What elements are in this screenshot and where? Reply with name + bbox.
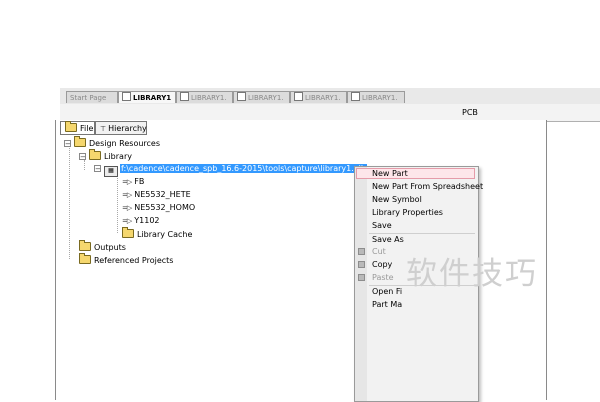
tab-file[interactable]: File <box>60 121 95 135</box>
menu-item-open-file[interactable]: Open Fi <box>372 287 402 297</box>
tree-node-part[interactable]: =▷ NE5532_HOMO <box>122 203 195 213</box>
tab-start-page[interactable]: Start Page <box>66 91 118 103</box>
tree-node-part[interactable]: =▷ FB <box>122 177 144 187</box>
menu-item-new-part-from-spreadsheet[interactable]: New Part From Spreadsheet <box>372 182 483 192</box>
menu-item-copy[interactable]: Copy <box>372 260 392 270</box>
menu-separator <box>369 233 475 234</box>
context-menu-gutter <box>355 167 367 401</box>
tree-node-label: FB <box>134 177 145 186</box>
tree-node-label: NE5532_HOMO <box>134 203 196 212</box>
document-tab-bar: Start Page LIBRARY1 LIBRARY1. LIBRARY1. … <box>60 88 600 105</box>
copy-icon <box>358 261 365 268</box>
collapse-icon[interactable]: − <box>79 153 86 161</box>
tree-guide-line <box>69 146 70 259</box>
tab-hierarchy[interactable]: ⊤ Hierarchy <box>95 121 147 135</box>
library-file-icon: ▦ <box>104 166 118 177</box>
library-tab-icon <box>122 92 131 101</box>
tree-node-label: Library <box>104 152 132 161</box>
library-tab-icon <box>180 92 189 101</box>
watermark-text: 软件技巧 <box>406 256 538 292</box>
tab-label: LIBRARY1 <box>133 94 172 102</box>
tab-library1-5[interactable]: LIBRARY1. <box>347 91 405 103</box>
tree-node-label: NE5532_HETE <box>134 190 191 199</box>
part-icon: =▷ <box>122 217 132 225</box>
folder-icon <box>79 240 91 251</box>
tree-node-library-file[interactable]: − ▦ f:\cadence\cadence_spb_16.6-2015\tools… <box>94 164 367 177</box>
menu-item-save[interactable]: Save <box>372 221 392 231</box>
collapse-icon[interactable]: − <box>94 165 101 173</box>
folder-icon <box>122 227 134 238</box>
tree-node-design-resources[interactable]: − Design Resources <box>64 136 161 149</box>
menu-item-library-properties[interactable]: Library Properties <box>372 208 443 218</box>
tab-file-label: File <box>80 124 94 133</box>
folder-icon <box>74 136 86 147</box>
tab-label: LIBRARY1. <box>191 94 227 102</box>
menu-item-paste: Paste <box>372 273 394 282</box>
tree-node-library-cache[interactable]: Library Cache <box>122 227 193 240</box>
folder-icon <box>89 149 101 160</box>
tree-node-label: Library Cache <box>137 230 193 239</box>
library-tab-icon <box>351 92 360 101</box>
tree-node-label: Referenced Projects <box>94 256 174 265</box>
tab-label: LIBRARY1. <box>305 94 341 102</box>
menu-item-save-as[interactable]: Save As <box>372 235 404 245</box>
cut-icon <box>358 248 365 255</box>
library-tab-icon <box>237 92 246 101</box>
tree-node-label: Design Resources <box>89 139 161 148</box>
tab-label: LIBRARY1. <box>248 94 284 102</box>
tree-node-part[interactable]: =▷ Y1102 <box>122 216 160 226</box>
tree-node-label: Y1102 <box>134 216 160 225</box>
library-path-label: f:\cadence\cadence_spb_16.6-2015\tools\c… <box>120 164 367 173</box>
collapse-icon[interactable]: − <box>64 140 71 148</box>
tab-library1-4[interactable]: LIBRARY1. <box>290 91 347 103</box>
part-icon: =▷ <box>122 178 132 186</box>
paste-icon <box>358 274 365 281</box>
tree-guide-line <box>117 175 118 233</box>
part-icon: =▷ <box>122 204 132 212</box>
menu-item-new-part[interactable]: New Part <box>372 169 408 179</box>
tree-node-part[interactable]: =▷ NE5532_HETE <box>122 190 191 200</box>
tab-hierarchy-label: Hierarchy <box>108 124 147 133</box>
tab-library1-active[interactable]: LIBRARY1 <box>118 91 176 103</box>
tab-label: LIBRARY1. <box>362 94 398 102</box>
folder-icon <box>65 121 77 132</box>
tab-library1-2[interactable]: LIBRARY1. <box>176 91 233 103</box>
tree-node-label: Outputs <box>94 243 126 252</box>
tab-label: Start Page <box>70 94 107 102</box>
tree-node-outputs[interactable]: Outputs <box>79 240 126 253</box>
part-icon: =▷ <box>122 191 132 199</box>
menu-item-new-symbol[interactable]: New Symbol <box>372 195 422 205</box>
library-tab-icon <box>294 92 303 101</box>
menu-item-cut: Cut <box>372 247 386 256</box>
tab-library1-3[interactable]: LIBRARY1. <box>233 91 290 103</box>
tree-node-referenced-projects[interactable]: Referenced Projects <box>79 253 174 266</box>
hierarchy-icon: ⊤ <box>100 125 107 133</box>
folder-icon <box>79 253 91 264</box>
pcb-label: PCB <box>462 108 478 117</box>
menu-item-part-manager[interactable]: Part Ma <box>372 300 402 310</box>
tree-node-library[interactable]: − Library <box>79 149 132 162</box>
